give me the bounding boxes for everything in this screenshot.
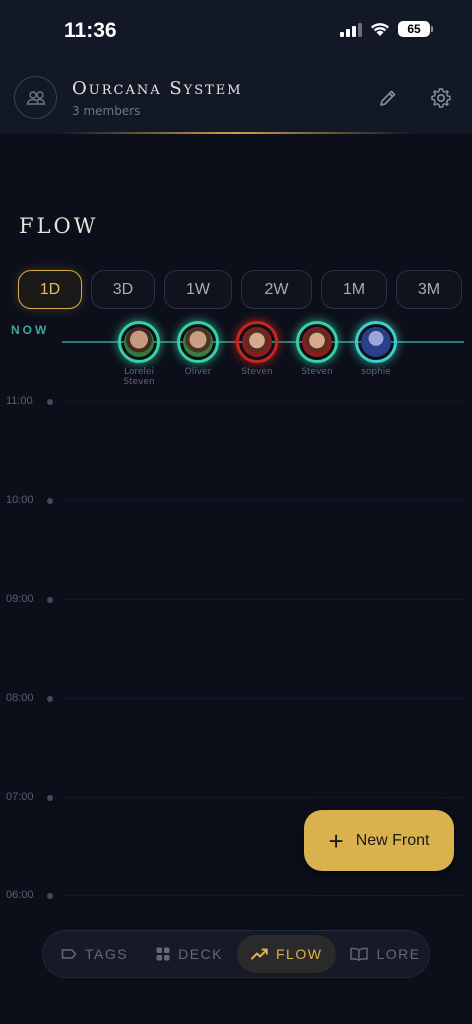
nav-flow-label: FLOW [275,946,323,962]
avatar [355,321,397,363]
system-name: Ourcana System [72,78,243,99]
range-3m-button[interactable]: 3M [396,270,462,309]
plus-icon: + [328,825,344,856]
signal-icon [340,22,362,37]
nav-tags-label: TAGS [85,946,129,962]
settings-button[interactable] [429,86,453,110]
front-name: sophie [361,367,391,377]
hour-label: 10:00 [6,494,34,506]
avatar [118,321,160,363]
avatar [296,321,338,363]
edit-button[interactable] [376,86,400,110]
hour-gridline [62,698,464,699]
page-title: FLOW [19,214,99,238]
gear-icon [431,88,451,108]
timeline-hour: 07:00 [0,791,472,803]
timeline-hour: 10:00 [0,494,472,506]
hour-gridline [62,797,464,798]
now-label: NOW [11,323,50,337]
hour-gridline [62,401,464,402]
hour-dot [47,893,53,899]
hour-dot [47,597,53,603]
front-avatar-5[interactable]: sophie [354,321,398,377]
range-3d-button[interactable]: 3D [91,270,155,309]
front-name: Steven [241,367,273,377]
range-selector: 1D 3D 1W 2W 1M 3M [18,270,462,309]
hour-label: 07:00 [6,791,34,803]
status-time: 11:36 [64,19,117,42]
nav-lore[interactable]: LORE [336,935,434,973]
front-avatar-4[interactable]: Steven [295,321,339,377]
trend-icon [250,948,268,960]
tag-icon [61,949,77,959]
range-1w-button[interactable]: 1W [164,270,232,309]
nav-deck[interactable]: DECK [142,935,237,973]
member-count: 3 members [72,104,141,118]
system-avatar[interactable] [14,76,57,119]
header-divider [60,132,412,134]
nav-tags[interactable]: TAGS [47,935,142,973]
hour-gridline [62,500,464,501]
new-front-button[interactable]: + New Front [304,810,454,871]
range-2w-button[interactable]: 2W [241,270,312,309]
bottom-nav: TAGS DECK FLOW LORE [42,930,430,978]
hour-dot [47,399,53,405]
hour-label: 06:00 [6,889,34,901]
book-icon [350,947,369,961]
hour-dot [47,696,53,702]
people-icon [26,90,45,105]
timeline-hour: 11:00 [0,395,472,407]
nav-deck-label: DECK [178,946,223,962]
status-bar: 11:36 65 [0,0,472,62]
new-front-label: New Front [355,831,430,849]
timeline-hour: 09:00 [0,593,472,605]
system-header: Ourcana System 3 members [0,62,472,134]
pencil-icon [380,90,396,106]
front-name: Steven [301,367,333,377]
front-avatar-3[interactable]: Steven [235,321,279,377]
hour-gridline [62,599,464,600]
timeline-hour: 08:00 [0,692,472,704]
timeline-hour: 06:00 [0,889,472,901]
wifi-icon [371,22,389,36]
range-1d-button[interactable]: 1D [18,270,82,309]
front-name: Lorelei Steven [123,367,155,387]
hour-label: 08:00 [6,692,34,704]
avatar [177,321,219,363]
nav-flow[interactable]: FLOW [236,935,337,973]
front-name: Oliver [184,367,212,377]
hour-label: 11:00 [6,395,33,407]
avatar [236,321,278,363]
front-avatar-2[interactable]: Oliver [176,321,220,377]
hour-dot [47,795,53,801]
hour-gridline [62,895,464,896]
range-1m-button[interactable]: 1M [321,270,387,309]
nav-lore-label: LORE [376,946,421,962]
battery-icon: 65 [398,21,433,37]
front-avatar-1[interactable]: Lorelei Steven [117,321,161,387]
hour-dot [47,498,53,504]
status-icons: 65 [340,21,433,37]
grid-icon [156,947,170,961]
hour-label: 09:00 [6,593,34,605]
